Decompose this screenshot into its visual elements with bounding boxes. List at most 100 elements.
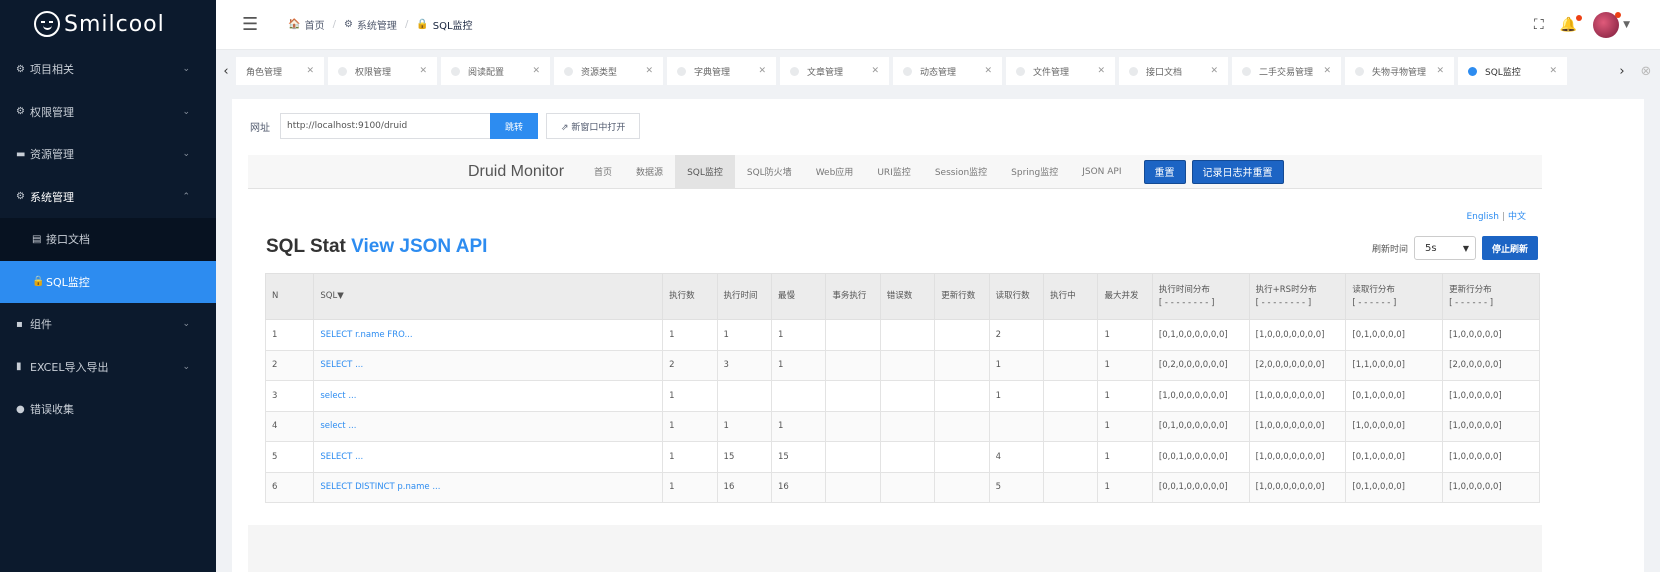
close-icon[interactable]: ✕ bbox=[758, 66, 766, 76]
refresh-interval-select[interactable]: 5s ▼ bbox=[1413, 236, 1476, 260]
bell-icon[interactable]: 🔔 bbox=[1560, 15, 1583, 33]
table-cell: [0,0,1,0,0,0,0,0] bbox=[1151, 471, 1250, 503]
gear-icon: ⚙ bbox=[16, 191, 25, 203]
sql-link[interactable]: select ... bbox=[313, 380, 664, 412]
close-icon[interactable]: ✕ bbox=[1097, 66, 1105, 76]
col-update-rows[interactable]: 更新行数 bbox=[934, 273, 990, 320]
close-icon[interactable]: ✕ bbox=[984, 66, 992, 76]
tab-scroll-right-icon[interactable]: › bbox=[1612, 64, 1632, 79]
druid-navbar: Druid Monitor 首页 数据源 SQL监控 SQL防火墙 Web应用 … bbox=[248, 154, 1542, 189]
table-cell bbox=[879, 380, 936, 412]
col-error-count[interactable]: 错误数 bbox=[879, 273, 936, 320]
sql-link[interactable]: SELECT ... bbox=[313, 441, 664, 473]
col-exec-rs-histogram[interactable]: 执行+RS时分布 [ - - - - - - - - ] bbox=[1248, 273, 1347, 320]
sidebar-item-sql-monitor[interactable]: 🔒 SQL监控 bbox=[0, 260, 216, 303]
col-concurrent-max[interactable]: 最大并发 bbox=[1097, 273, 1153, 320]
druid-nav-uri[interactable]: URI监控 bbox=[865, 155, 923, 189]
table-cell: 1 bbox=[1097, 441, 1153, 473]
logo[interactable]: Smilcool bbox=[0, 0, 216, 48]
close-icon[interactable]: ✕ bbox=[1549, 66, 1557, 76]
stop-refresh-button[interactable]: 停止刷新 bbox=[1481, 236, 1538, 260]
user-menu[interactable]: ▼ bbox=[1593, 12, 1630, 38]
sidebar-item-system[interactable]: ⚙ 系统管理 ⌃ bbox=[0, 176, 216, 219]
close-icon[interactable]: ✕ bbox=[645, 66, 653, 76]
table-cell: [1,0,0,0,0,0] bbox=[1442, 380, 1540, 412]
sql-link[interactable]: SELECT ... bbox=[313, 349, 664, 381]
tab-read-config[interactable]: 阅读配置 ✕ bbox=[441, 57, 550, 85]
col-running[interactable]: 执行中 bbox=[1043, 273, 1099, 320]
tab-dynamic[interactable]: 动态管理 ✕ bbox=[893, 57, 1002, 85]
druid-brand[interactable]: Druid Monitor bbox=[468, 163, 564, 181]
sql-link[interactable]: SELECT DISTINCT p.name ... bbox=[313, 471, 664, 503]
druid-nav-session[interactable]: Session监控 bbox=[923, 155, 999, 189]
table-cell: 4 bbox=[264, 410, 315, 442]
close-icon[interactable]: ✕ bbox=[1210, 66, 1218, 76]
druid-nav-datasource[interactable]: 数据源 bbox=[624, 155, 675, 189]
tab-dictionary[interactable]: 字典管理 ✕ bbox=[667, 57, 776, 85]
col-update-histogram[interactable]: 更新行分布 [ - - - - - - ] bbox=[1442, 273, 1540, 320]
sidebar-item-permission[interactable]: ⚙ 权限管理 ⌄ bbox=[0, 91, 216, 134]
menu-toggle-icon[interactable]: ☰ bbox=[242, 14, 258, 35]
druid-nav-spring[interactable]: Spring监控 bbox=[999, 155, 1070, 189]
close-icon[interactable]: ✕ bbox=[1436, 66, 1444, 76]
druid-nav-json-api[interactable]: JSON API bbox=[1070, 155, 1133, 189]
close-icon[interactable]: ✕ bbox=[532, 66, 540, 76]
tab-api-docs[interactable]: 接口文档 ✕ bbox=[1119, 57, 1228, 85]
druid-nav-webapp[interactable]: Web应用 bbox=[804, 155, 866, 189]
sql-link[interactable]: select ... bbox=[313, 410, 664, 442]
reset-button[interactable]: 重置 bbox=[1143, 159, 1186, 184]
col-tx-exec[interactable]: 事务执行 bbox=[825, 273, 881, 320]
table-header-row: N SQL▼ 执行数 执行时间 最慢 事务执行 错误数 更新行数 读取行数 执行… bbox=[264, 273, 1540, 320]
breadcrumb-home[interactable]: 首页 bbox=[305, 17, 325, 32]
col-max-time[interactable]: 最慢 bbox=[770, 273, 827, 320]
sidebar-item-resource[interactable]: ▬ 资源管理 ⌄ bbox=[0, 133, 216, 176]
tab-scroll-left-icon[interactable]: ‹ bbox=[216, 64, 236, 79]
col-fetch-histogram[interactable]: 读取行分布 [ - - - - - - ] bbox=[1345, 273, 1444, 320]
status-dot-icon bbox=[1242, 66, 1251, 76]
url-input[interactable] bbox=[280, 113, 490, 139]
sidebar-item-components[interactable]: ▪ 组件 ⌄ bbox=[0, 303, 216, 346]
close-all-tabs-icon[interactable]: ⊗ bbox=[1632, 64, 1660, 79]
col-exec-histogram[interactable]: 执行时间分布 [ - - - - - - - - ] bbox=[1151, 273, 1250, 320]
log-and-reset-button[interactable]: 记录日志并重置 bbox=[1191, 159, 1284, 184]
tab-sql-monitor[interactable]: SQL监控 ✕ bbox=[1458, 57, 1567, 85]
table-cell bbox=[879, 441, 936, 473]
avatar[interactable] bbox=[1593, 12, 1622, 38]
sidebar-item-api-docs[interactable]: ▤ 接口文档 bbox=[0, 218, 216, 261]
lang-chinese[interactable]: 中文 bbox=[1508, 212, 1526, 222]
tab-second-hand[interactable]: 二手交易管理 ✕ bbox=[1232, 57, 1341, 85]
table-cell: [1,0,0,0,0,0,0,0] bbox=[1151, 380, 1250, 412]
tab-lost-found[interactable]: 失物寻物管理 ✕ bbox=[1345, 57, 1454, 85]
tab-article[interactable]: 文章管理 ✕ bbox=[780, 57, 889, 85]
col-sql[interactable]: SQL▼ bbox=[313, 273, 664, 320]
druid-nav-home[interactable]: 首页 bbox=[582, 155, 624, 189]
close-icon[interactable]: ✕ bbox=[1323, 66, 1331, 76]
tab-role-management[interactable]: 角色管理 ✕ bbox=[236, 57, 324, 85]
close-icon[interactable]: ✕ bbox=[871, 66, 879, 76]
col-exec-count[interactable]: 执行数 bbox=[662, 273, 718, 320]
sidebar-item-errors[interactable]: ● 错误收集 bbox=[0, 388, 216, 431]
sidebar-item-excel[interactable]: ▮ EXCEL导入导出 ⌄ bbox=[0, 346, 216, 389]
open-new-window-button[interactable]: ⇗ 新窗口中打开 bbox=[546, 113, 641, 139]
close-icon[interactable]: ✕ bbox=[306, 66, 314, 76]
sql-link[interactable]: SELECT r.name FRO... bbox=[313, 319, 664, 351]
tab-file[interactable]: 文件管理 ✕ bbox=[1006, 57, 1115, 85]
col-fetch-rows[interactable]: 读取行数 bbox=[988, 273, 1045, 320]
logo-text: Smilcool bbox=[64, 11, 165, 37]
tab-resource-type[interactable]: 资源类型 ✕ bbox=[554, 57, 663, 85]
fullscreen-icon[interactable]: ⛶ bbox=[1534, 17, 1544, 33]
druid-nav-sql[interactable]: SQL监控 bbox=[675, 154, 735, 189]
view-json-api-link[interactable]: View JSON API bbox=[351, 236, 487, 257]
table-cell: 1 bbox=[716, 319, 772, 351]
druid-nav-wall[interactable]: SQL防火墙 bbox=[735, 155, 804, 189]
table-cell: [1,0,0,0,0,0,0,0] bbox=[1248, 319, 1347, 351]
close-icon[interactable]: ✕ bbox=[419, 66, 427, 76]
tab-permission-management[interactable]: 权限管理 ✕ bbox=[328, 57, 437, 85]
breadcrumb-system[interactable]: 系统管理 bbox=[357, 17, 397, 32]
go-button[interactable]: 跳转 bbox=[490, 113, 538, 139]
lang-english[interactable]: English bbox=[1466, 212, 1499, 222]
col-exec-time[interactable]: 执行时间 bbox=[716, 273, 772, 320]
sidebar-item-project[interactable]: ⚙ 项目相关 ⌄ bbox=[0, 48, 216, 91]
lock-icon: 🔒 bbox=[32, 276, 45, 288]
refresh-label: 刷新时间 bbox=[1371, 244, 1408, 255]
